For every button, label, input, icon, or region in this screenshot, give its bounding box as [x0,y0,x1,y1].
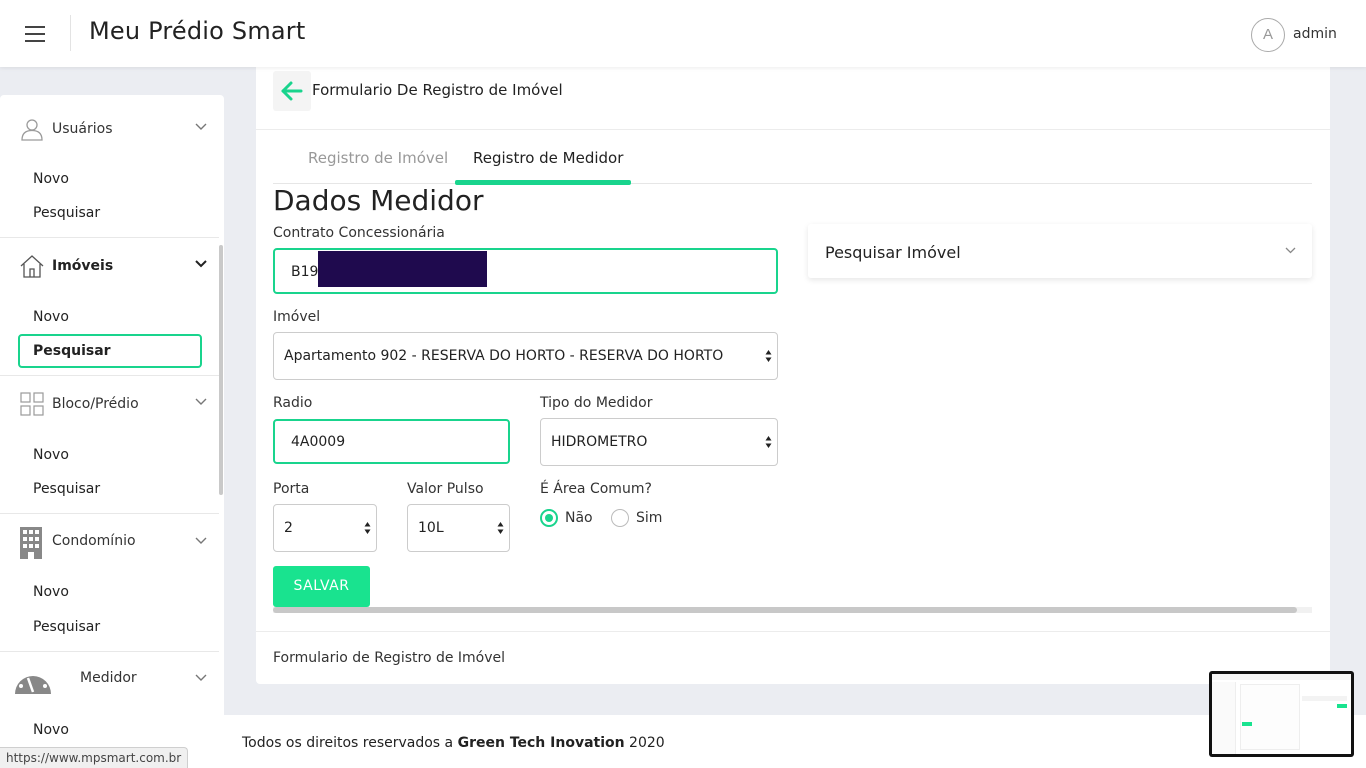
user-icon [21,119,43,141]
sidebar-item-usuarios-novo[interactable]: Novo [33,171,69,187]
sidebar-item-usuarios-pesquisar[interactable]: Pesquisar [33,205,100,221]
tipo-medidor-select[interactable]: HIDROMETRO [540,418,778,466]
imovel-select-value: Apartamento 902 - RESERVA DO HORTO - RES… [284,348,724,364]
porta-value: 2 [284,520,293,536]
copyright-year: 2020 [624,735,665,751]
company-name: Green Tech Inovation [457,735,625,751]
grid-icon [20,392,44,416]
valor-pulso-value: 10L [418,520,444,536]
horizontal-scrollbar[interactable] [273,607,1312,613]
select-arrows-icon [364,522,371,534]
redaction-block [318,251,487,287]
chevron-down-icon [195,674,207,681]
sidebar-item-condominio-pesquisar[interactable]: Pesquisar [33,619,100,635]
sidebar-item-condominio-novo[interactable]: Novo [33,584,69,600]
radio-sim[interactable] [611,509,629,527]
card-footer-text: Formulario de Registro de Imóvel [273,650,506,666]
radio-sim-label[interactable]: Sim [636,510,662,526]
select-arrows-icon [497,522,504,534]
porta-select[interactable]: 2 [273,504,377,552]
gauge-icon [15,670,51,694]
radio-label: Radio [273,395,313,411]
copyright-prefix: Todos os direitos reservados a [242,735,458,751]
page-footer: Todos os direitos reservados a Green Tec… [224,715,1366,768]
sidebar-group-label: Usuários [52,121,113,137]
radio-input[interactable]: 4A0009 [273,419,510,464]
sidebar-item-imoveis-novo[interactable]: Novo [33,309,69,325]
card-title: Formulario De Registro de Imóvel [312,81,563,99]
sidebar-group-label: Imóveis [52,258,114,274]
imovel-select[interactable]: Apartamento 902 - RESERVA DO HORTO - RES… [273,332,778,380]
area-comum-label: É Área Comum? [540,481,652,497]
tipo-medidor-label: Tipo do Medidor [540,395,653,411]
contrato-label: Contrato Concessionária [273,225,445,241]
scrollbar-thumb[interactable] [273,607,1297,613]
select-arrows-icon [765,350,772,362]
sidebar-group-medidor[interactable]: Medidor [0,664,219,700]
card-divider [256,129,1330,130]
header-divider [70,15,71,51]
tab-registro-medidor[interactable]: Registro de Medidor [473,149,623,167]
sidebar-item-imoveis-pesquisar[interactable]: Pesquisar [18,334,202,368]
radio-nao-label[interactable]: Não [565,510,593,526]
radio-nao[interactable] [540,509,558,527]
copyright-text: Todos os direitos reservados a Green Tec… [242,735,665,751]
pesquisar-imovel-label: Pesquisar Imóvel [825,243,961,262]
menu-icon[interactable] [25,26,45,42]
valor-pulso-label: Valor Pulso [407,481,484,497]
sidebar-divider [0,651,219,652]
sidebar-divider [0,513,219,514]
avatar[interactable]: A [1251,18,1285,52]
sidebar-group-bloco[interactable]: Bloco/Prédio [0,392,219,428]
card-divider [256,631,1330,632]
tipo-medidor-value: HIDROMETRO [551,434,648,450]
arrow-left-icon [281,81,303,101]
sidebar-divider [0,237,219,238]
top-bar: Meu Prédio Smart A admin [0,0,1366,67]
sidebar-divider [0,375,219,376]
section-title: Dados Medidor [273,184,484,217]
back-button[interactable] [273,71,311,111]
username[interactable]: admin [1293,26,1337,42]
select-arrows-icon [765,436,772,448]
status-url: https://www.mpsmart.com.br [0,747,189,768]
sidebar-item-bloco-novo[interactable]: Novo [33,447,69,463]
sidebar-item-bloco-pesquisar[interactable]: Pesquisar [33,481,100,497]
sidebar-group-label: Condomínio [52,533,136,549]
pesquisar-imovel-panel[interactable]: Pesquisar Imóvel [808,224,1312,278]
save-button[interactable]: SALVAR [273,566,370,607]
chevron-down-icon [195,537,207,544]
chevron-down-icon [195,260,207,268]
tab-registro-imovel[interactable]: Registro de Imóvel [308,149,448,167]
house-icon [20,255,44,278]
porta-label: Porta [273,481,310,497]
imovel-label: Imóvel [273,309,321,325]
sidebar-group-label: Bloco/Prédio [52,396,139,412]
thumbnail-preview [1212,674,1351,754]
valor-pulso-select[interactable]: 10L [407,504,510,552]
sidebar-group-label: Medidor [80,670,137,686]
window-thumbnail[interactable] [1209,671,1354,757]
app-title: Meu Prédio Smart [89,17,306,45]
building-icon [20,527,42,559]
chevron-down-icon [195,398,207,405]
sidebar-group-usuarios[interactable]: Usuários [0,117,219,153]
sidebar-item-medidor-novo[interactable]: Novo [33,722,69,738]
chevron-down-icon [195,123,207,130]
sidebar-group-imoveis[interactable]: Imóveis [0,254,219,290]
sidebar-group-condominio[interactable]: Condomínio [0,527,219,563]
sidebar: Usuários Novo Pesquisar Imóveis Novo Pes… [0,95,224,768]
chevron-down-icon [1285,247,1296,254]
sidebar-scrollbar[interactable] [219,245,223,495]
